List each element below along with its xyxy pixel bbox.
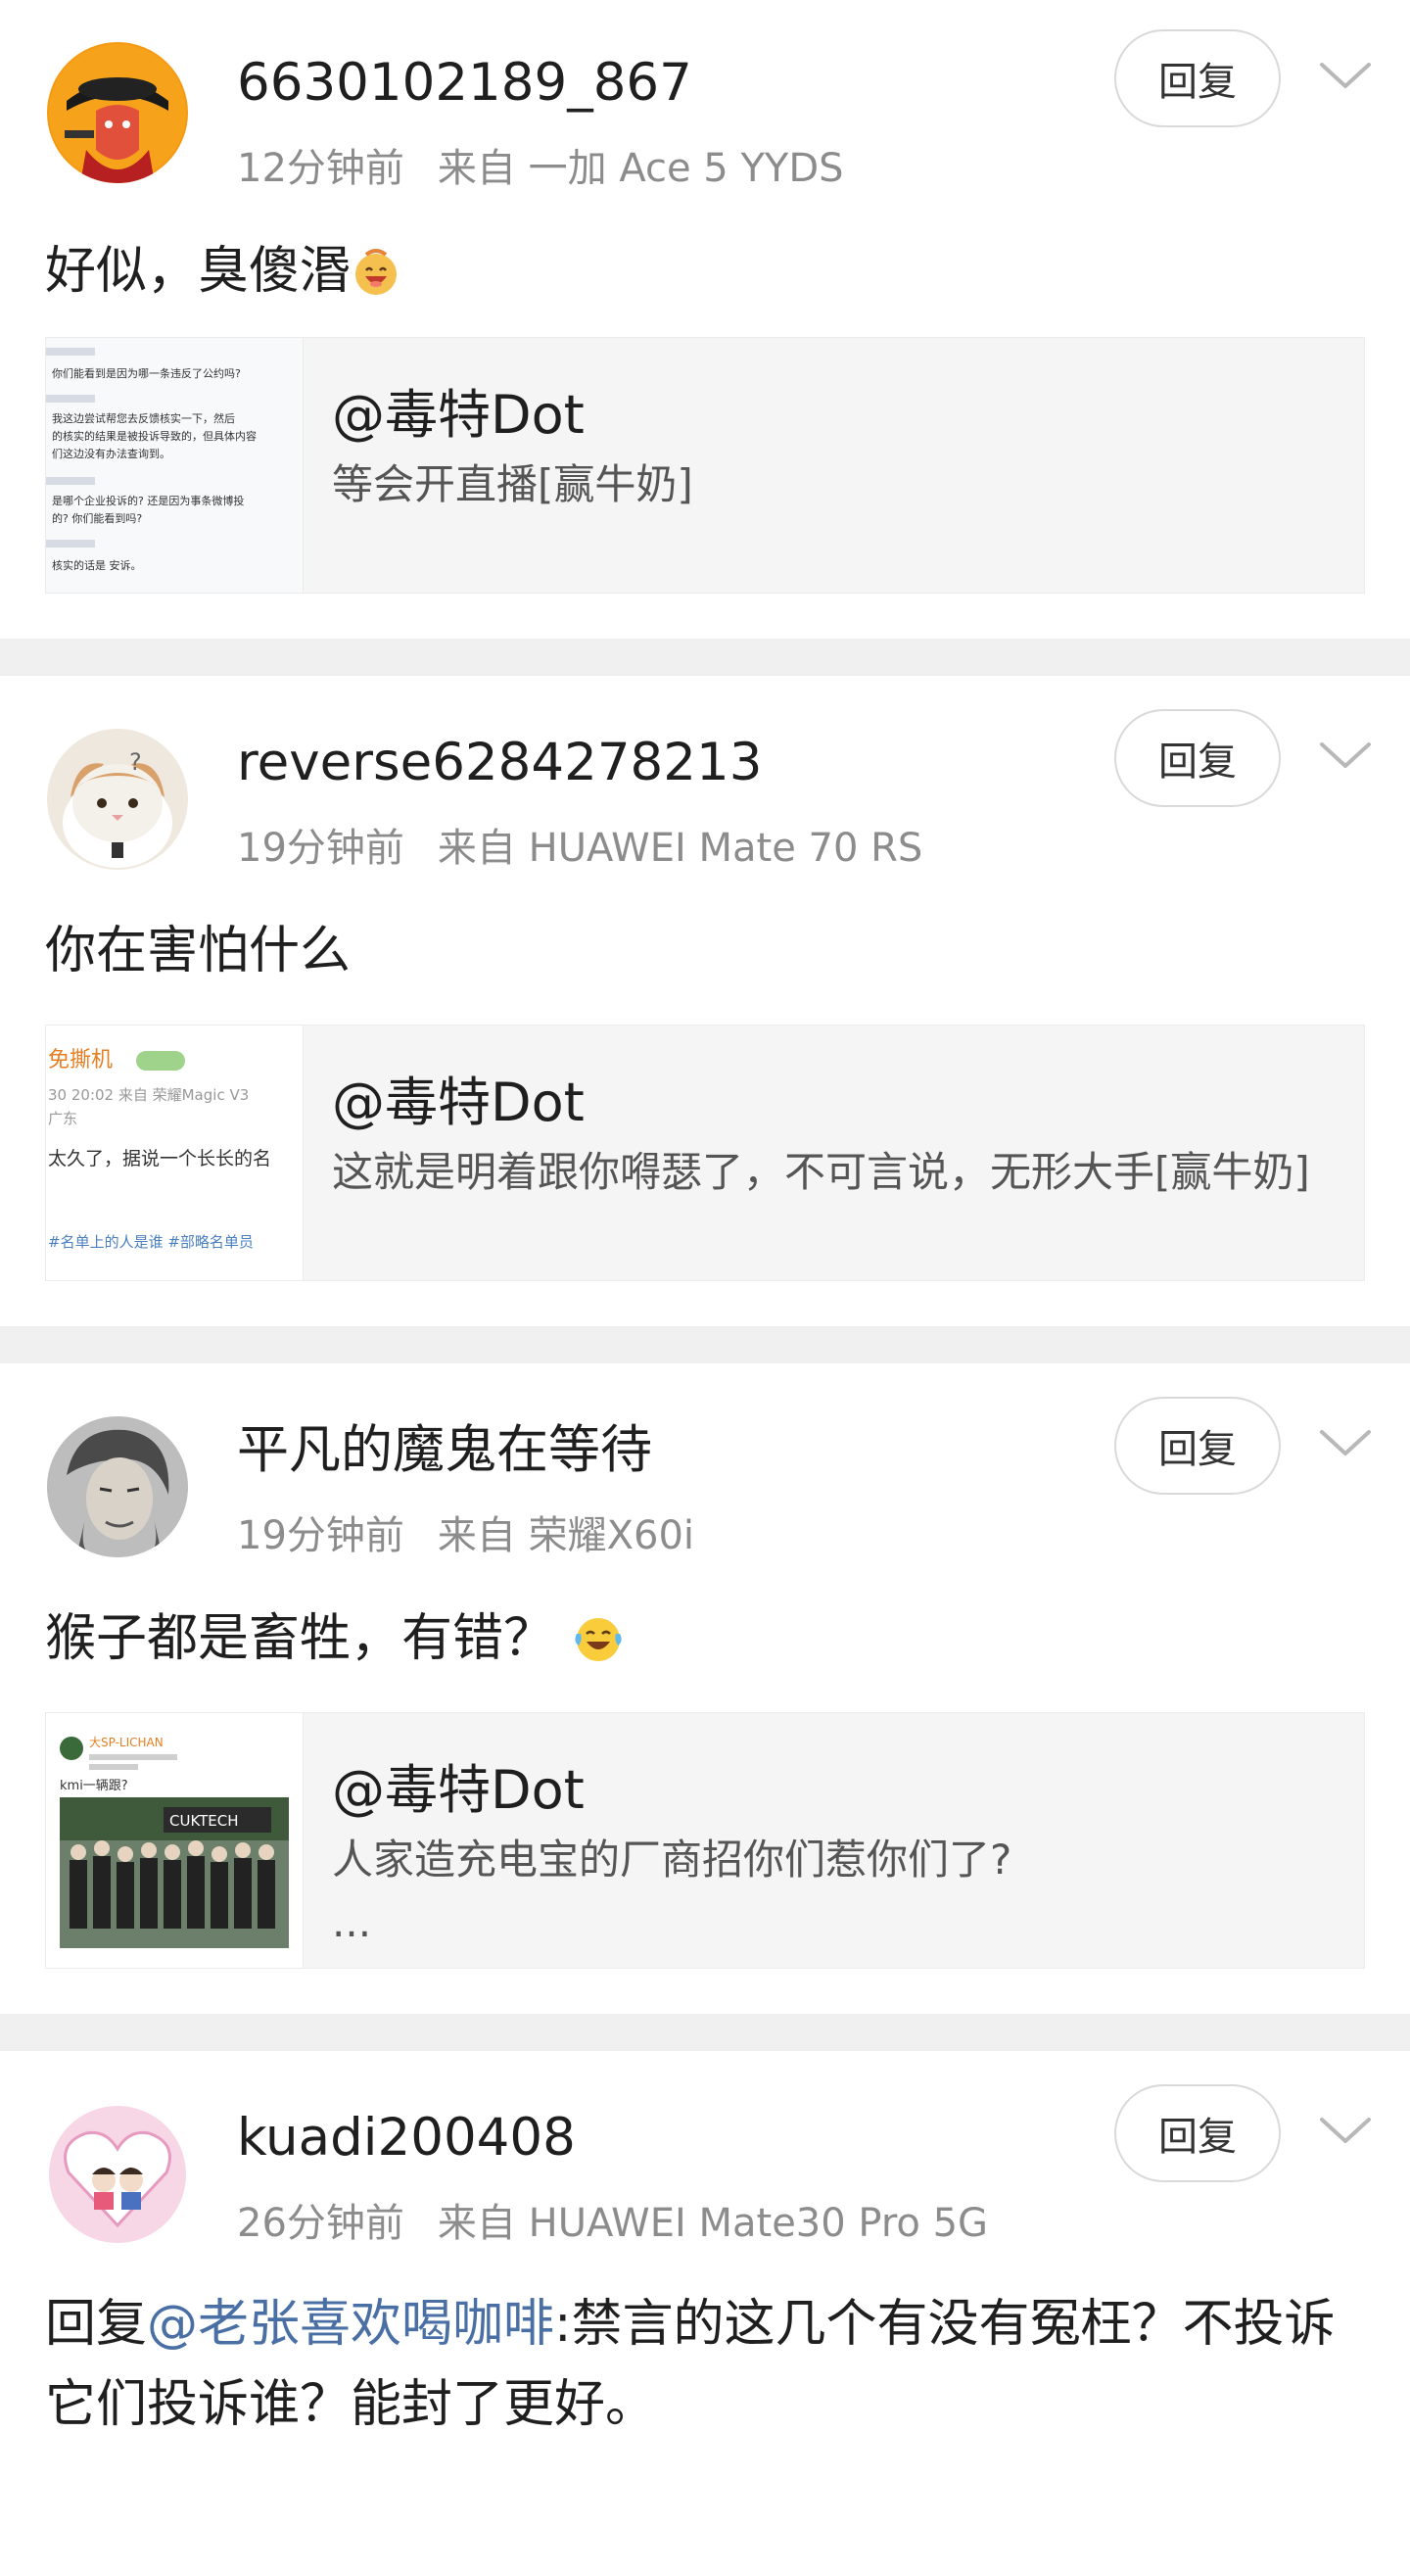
thumbnail-screenshot: 大SP-LICHAN kmi一辆跟? CUKTECH bbox=[46, 1713, 303, 1968]
thumbnail-screenshot: 你们能看到是因为哪一条违反了公约吗? 我这边尝试帮您去反馈核实一下，然后 的核实… bbox=[46, 338, 303, 593]
username[interactable]: reverse6284278213 bbox=[237, 737, 762, 788]
username[interactable]: kuadi200408 bbox=[237, 2112, 576, 2164]
comment-item: ? reverse6284278213 19分钟前 来自 HUAWEI Mate … bbox=[0, 676, 1410, 1326]
username[interactable]: 平凡的魔鬼在等待 bbox=[237, 1424, 652, 1476]
timestamp: 12分钟前 bbox=[237, 146, 404, 191]
comment-feed: 6630102189_867 12分钟前 来自 一加 Ace 5 YYDS 回复 … bbox=[0, 0, 1410, 2576]
comment-item: kuadi200408 26分钟前 来自 HUAWEI Mate30 Pro 5G… bbox=[0, 2051, 1410, 2576]
laughing-face-emoji bbox=[351, 239, 401, 319]
comment-text: 回复@老张喜欢喝咖啡:禁言的这几个有没有冤枉？不投诉它们投诉谁？能封了更好。 bbox=[45, 2284, 1365, 2445]
device-source: 来自 一加 Ace 5 YYDS bbox=[437, 146, 844, 191]
svg-text:?: ? bbox=[129, 748, 142, 776]
thumb-line: 大SP-LICHAN bbox=[89, 1736, 164, 1749]
comment-text: 猴子都是畜牲，有错？ bbox=[45, 1598, 1365, 1687]
chevron-down-icon[interactable] bbox=[1318, 61, 1373, 90]
comment-body: 好似，臭傻湣 bbox=[45, 242, 352, 301]
thumb-line: 我这边尝试帮您去反馈核实一下，然后 bbox=[52, 411, 235, 425]
avatar-image bbox=[47, 2104, 188, 2245]
chevron-down-icon[interactable] bbox=[1318, 1428, 1373, 1457]
device-source: 来自 HUAWEI Mate30 Pro 5G bbox=[437, 2201, 989, 2246]
comment-separator bbox=[0, 2014, 1410, 2051]
quoted-post-card[interactable]: 你们能看到是因为哪一条违反了公约吗? 我这边尝试帮您去反馈核实一下，然后 的核实… bbox=[45, 337, 1365, 594]
quoted-post-text: 这就是明着跟你嘚瑟了，不可言说，无形大手[赢牛奶] bbox=[332, 1148, 1310, 1196]
comment-separator bbox=[0, 1326, 1410, 1363]
mention-link[interactable]: @老张喜欢喝咖啡 bbox=[147, 2295, 554, 2354]
reply-button[interactable]: 回复 bbox=[1114, 29, 1281, 127]
avatar[interactable] bbox=[47, 1416, 188, 1557]
comment-item: 平凡的魔鬼在等待 19分钟前 来自 荣耀X60i 回复 猴子都是畜牲，有错？ 大S… bbox=[0, 1363, 1410, 2014]
timestamp: 19分钟前 bbox=[237, 1513, 404, 1558]
comment-meta: 19分钟前 来自 HUAWEI Mate 70 RS bbox=[237, 829, 922, 868]
reply-button[interactable]: 回复 bbox=[1114, 2084, 1281, 2182]
avatar-image bbox=[47, 42, 188, 183]
thumb-line: 核实的话是 安诉。 bbox=[52, 558, 142, 572]
quoted-post-author[interactable]: @毒特Dot bbox=[332, 389, 585, 442]
thumbnail-screenshot: 免撕机 30 20:02 来自 荣耀Magic V3 广东 太久了，据说一个长长… bbox=[46, 1026, 303, 1280]
quoted-post-thumbnail: 你们能看到是因为哪一条违反了公约吗? 我这边尝试帮您去反馈核实一下，然后 的核实… bbox=[46, 338, 304, 593]
thumb-line: 是哪个企业投诉的? 还是因为事条微博投 bbox=[52, 494, 244, 507]
thumb-line: kmi一辆跟? bbox=[60, 1779, 128, 1793]
reply-button[interactable]: 回复 bbox=[1114, 709, 1281, 807]
comment-meta: 26分钟前 来自 HUAWEI Mate30 Pro 5G bbox=[237, 2204, 988, 2243]
quoted-post-author[interactable]: @毒特Dot bbox=[332, 1764, 585, 1817]
avatar-image: ? bbox=[47, 729, 188, 870]
quoted-post-text: 人家造充电宝的厂商招你们惹你们了? ... bbox=[332, 1836, 1012, 1946]
quoted-post-card[interactable]: 免撕机 30 20:02 来自 荣耀Magic V3 广东 太久了，据说一个长长… bbox=[45, 1025, 1365, 1281]
device-source: 来自 荣耀X60i bbox=[437, 1513, 695, 1558]
thumb-line: 免撕机 bbox=[48, 1048, 113, 1073]
comment-body: 你在害怕什么 bbox=[45, 922, 352, 980]
thumb-line: 30 20:02 来自 荣耀Magic V3 bbox=[48, 1086, 249, 1104]
comment-text: 好似，臭傻湣 bbox=[45, 231, 1365, 319]
reply-prefix: 回复 bbox=[45, 2295, 148, 2354]
quoted-post-card[interactable]: 大SP-LICHAN kmi一辆跟? CUKTECH @毒特Dot 人家造充电宝… bbox=[45, 1712, 1365, 1969]
thumb-line: 的? 你们能看到吗? bbox=[52, 511, 142, 525]
thumb-line: 们这边没有办法查询到。 bbox=[52, 447, 170, 460]
quoted-post-text: 等会开直播[赢牛奶] bbox=[332, 460, 693, 508]
timestamp: 26分钟前 bbox=[237, 2201, 404, 2246]
device-source: 来自 HUAWEI Mate 70 RS bbox=[437, 826, 923, 871]
comment-item: 6630102189_867 12分钟前 来自 一加 Ace 5 YYDS 回复 … bbox=[0, 0, 1410, 639]
avatar[interactable] bbox=[47, 42, 188, 183]
timestamp: 19分钟前 bbox=[237, 826, 404, 871]
username[interactable]: 6630102189_867 bbox=[237, 57, 692, 109]
thumb-line: 的核实的结果是被投诉导致的，但具体内容 bbox=[52, 429, 257, 443]
thumb-line: CUKTECH bbox=[169, 1812, 239, 1830]
chevron-down-icon[interactable] bbox=[1318, 2116, 1373, 2145]
chevron-down-icon[interactable] bbox=[1318, 740, 1373, 770]
thumb-line: #名单上的人是谁 #部略名单员 bbox=[48, 1233, 254, 1251]
avatar[interactable] bbox=[47, 2104, 188, 2245]
comment-separator bbox=[0, 639, 1410, 676]
comment-meta: 19分钟前 来自 荣耀X60i bbox=[237, 1516, 694, 1555]
reply-button[interactable]: 回复 bbox=[1114, 1397, 1281, 1495]
quoted-post-author[interactable]: @毒特Dot bbox=[332, 1076, 585, 1129]
avatar[interactable]: ? bbox=[47, 729, 188, 870]
quoted-post-thumbnail: 免撕机 30 20:02 来自 荣耀Magic V3 广东 太久了，据说一个长长… bbox=[46, 1026, 304, 1280]
quoted-post-thumbnail: 大SP-LICHAN kmi一辆跟? CUKTECH bbox=[46, 1713, 304, 1968]
thumb-line: 广东 bbox=[48, 1110, 77, 1127]
thumb-line: 太久了，据说一个长长的名 bbox=[48, 1148, 271, 1169]
comment-text: 你在害怕什么 bbox=[45, 911, 1365, 991]
comment-body: 猴子都是畜牲，有错？ bbox=[45, 1609, 555, 1668]
crying-laughing-emoji bbox=[571, 1606, 626, 1687]
avatar-image bbox=[47, 1416, 188, 1557]
comment-meta: 12分钟前 来自 一加 Ace 5 YYDS bbox=[237, 149, 844, 188]
thumb-line: 你们能看到是因为哪一条违反了公约吗? bbox=[52, 366, 241, 380]
